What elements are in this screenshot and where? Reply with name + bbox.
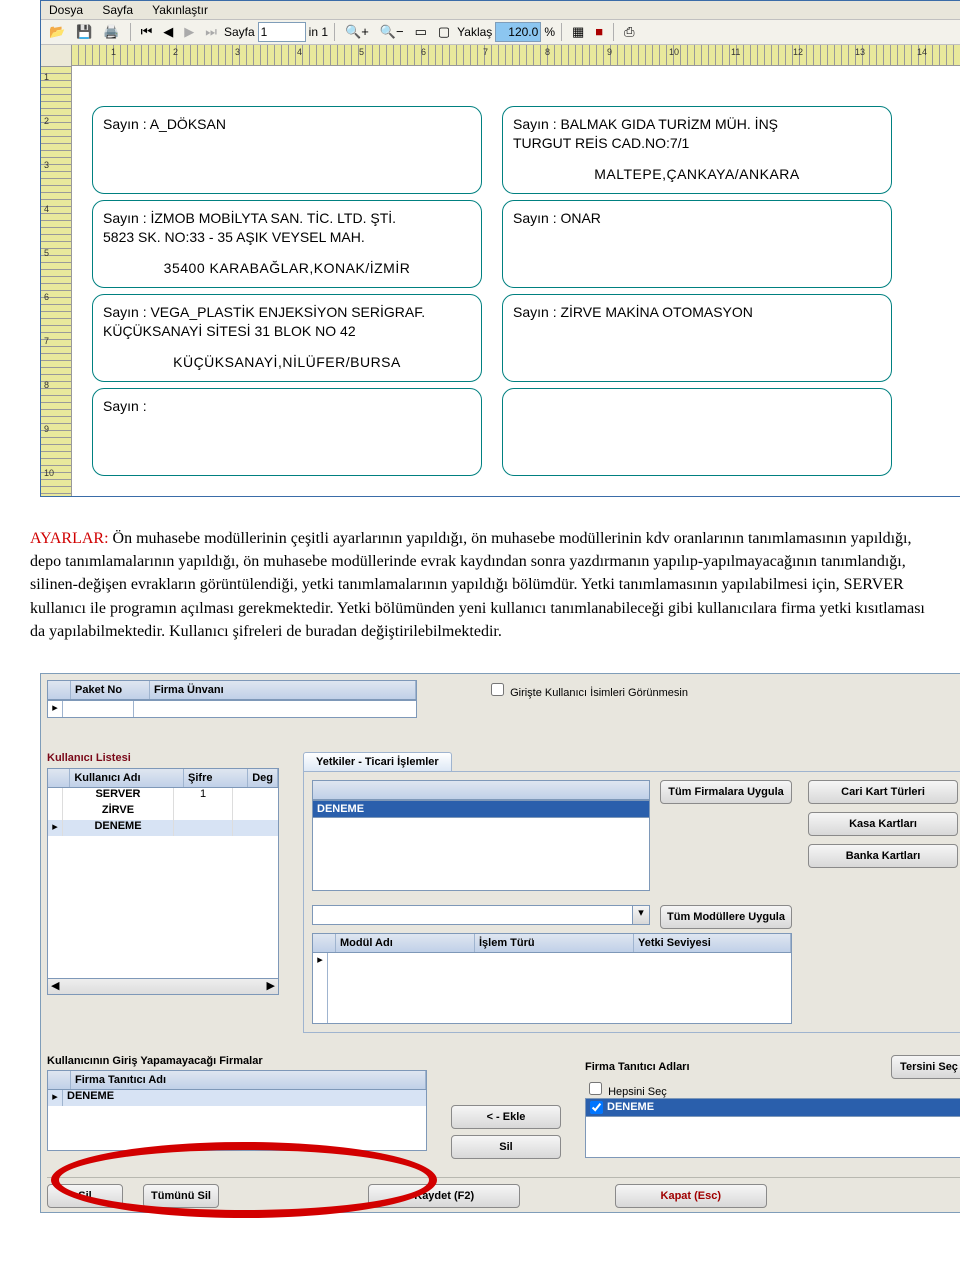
banka-kart-button[interactable]: Banka Kartları [808, 844, 958, 868]
firma-tanitici-body[interactable] [585, 1117, 960, 1158]
next-page-icon[interactable]: ▶ [180, 22, 198, 42]
top-grid-body[interactable]: ▸ [47, 700, 417, 718]
address-label [502, 388, 892, 476]
address-label: Sayın : [92, 388, 482, 476]
first-page-icon[interactable]: ⏮ [137, 22, 157, 42]
address-label: Sayın : ZİRVE MAKİNA OTOMASYON [502, 294, 892, 382]
page-canvas: Sayın : A_DÖKSANSayın : BALMAK GIDA TURİ… [72, 66, 960, 496]
tum-firmalara-button[interactable]: Tüm Firmalara Uygula [660, 780, 792, 804]
open-icon[interactable]: 📂 [45, 22, 69, 42]
toolbar: 📂 💾 🖨️ ⏮ ◀ ▶ ⏭ Sayfa in 1 🔍+ 🔍− ▭ ▢ Yakl… [41, 20, 960, 45]
zoom-input[interactable] [495, 22, 541, 42]
grid-icon[interactable]: ▦ [568, 22, 588, 42]
kasa-kart-button[interactable]: Kasa Kartları [808, 812, 958, 836]
restrict-grid-header: Firma Tanıtıcı Adı [47, 1070, 427, 1090]
hide-usernames-checkbox[interactable]: Girişte Kullanıcı İsimleri Görünmesin [487, 680, 688, 699]
kl-col-ad: Kullanıcı Adı [70, 769, 184, 787]
firma-tanitici-row[interactable]: DENEME [585, 1098, 960, 1117]
address-label: Sayın : BALMAK GIDA TURİZM MÜH. İNŞTURGU… [502, 106, 892, 194]
permissions-window: Paket No Firma Ünvanı ▸ Girişte Kullanıc… [40, 673, 960, 1213]
page-in-label: in 1 [309, 25, 328, 39]
address-label: Sayın : İZMOB MOBİLYTA SAN. TİC. LTD. ŞT… [92, 200, 482, 288]
address-label: Sayın : A_DÖKSAN [92, 106, 482, 194]
prev-page-icon[interactable]: ◀ [159, 22, 177, 42]
export-icon[interactable]: ⎙ [620, 22, 638, 42]
zoom-out-icon[interactable]: 🔍− [376, 22, 408, 42]
hide-usernames-input[interactable] [491, 683, 504, 696]
tersini-sec-button[interactable]: Tersini Seç [891, 1055, 960, 1079]
print-preview-window: Dosya Sayfa Yakınlaştır 📂 💾 🖨️ ⏮ ◀ ▶ ⏭ S… [40, 0, 960, 497]
hepsini-sec-input[interactable] [589, 1082, 602, 1095]
firma-grid-header [312, 780, 650, 800]
hepsini-sec-checkbox[interactable]: Hepsini Seç [585, 1086, 667, 1098]
kl-col-sifre: Şifre [184, 769, 248, 787]
fit-page-icon[interactable]: ▢ [434, 22, 454, 42]
col-firma-unvani: Firma Ünvanı [150, 681, 416, 699]
ekle-button[interactable]: < - Ekle [451, 1105, 561, 1129]
print-icon[interactable]: 🖨️ [99, 22, 123, 42]
sil-small-button[interactable]: Sil [451, 1135, 561, 1159]
top-grid-header: Paket No Firma Ünvanı [47, 680, 417, 700]
firma-tanitici-check[interactable] [590, 1101, 603, 1114]
address-label: Sayın : ONAR [502, 200, 892, 288]
kullanici-row[interactable]: ZİRVE [48, 804, 278, 820]
kaydet-button[interactable]: Kaydet (F2) [368, 1184, 520, 1208]
horizontal-ruler: 1234567891011121314 [71, 45, 960, 66]
menubar: Dosya Sayfa Yakınlaştır [41, 1, 960, 20]
color-icon[interactable]: ■ [591, 22, 607, 42]
last-page-icon[interactable]: ⏭ [201, 22, 221, 42]
narrative-body: Ön muhasebe modüllerinin çeşitli ayarlar… [30, 530, 925, 640]
menu-yakinlastir[interactable]: Yakınlaştır [152, 3, 208, 17]
menu-sayfa[interactable]: Sayfa [102, 3, 133, 17]
kapat-button[interactable]: Kapat (Esc) [615, 1184, 767, 1208]
mod-col-seviye: Yetki Seviyesi [634, 934, 791, 952]
narrative-title: AYARLAR: [30, 530, 109, 547]
firma-tanitici-title: Firma Tanıtıcı Adları [585, 1061, 690, 1073]
menu-dosya[interactable]: Dosya [49, 3, 83, 17]
chevron-down-icon[interactable]: ▾ [633, 905, 650, 925]
zoom-label: Yaklaş [457, 25, 492, 39]
firma-grid-body[interactable] [312, 818, 650, 891]
kl-col-deg: Deg [248, 769, 278, 787]
kullanici-row[interactable]: SERVER1 [48, 788, 278, 804]
page-number-input[interactable] [258, 22, 306, 42]
firma-row-selected[interactable]: DENEME [312, 800, 650, 818]
col-paket-no: Paket No [71, 681, 150, 699]
kullanici-listesi-title: Kullanıcı Listesi [47, 752, 279, 764]
tab-ticari-islemler[interactable]: Yetkiler - Ticari İşlemler [303, 752, 452, 771]
tabbar: Yetkiler - Ticari İşlemler [303, 752, 960, 772]
restrict-col: Firma Tanıtıcı Adı [71, 1071, 426, 1089]
vertical-ruler: 12345678910 [41, 66, 72, 496]
kullanici-row[interactable]: ▸DENEME [48, 820, 278, 836]
restrict-grid-body[interactable]: ▸ DENEME [47, 1090, 427, 1151]
page-label: Sayfa [224, 25, 255, 39]
save-icon[interactable]: 💾 [72, 22, 96, 42]
zoom-percent: % [544, 25, 555, 39]
fit-width-icon[interactable]: ▭ [411, 22, 431, 42]
restrict-title: Kullanıcının Giriş Yapamayacağı Firmalar [47, 1055, 427, 1067]
zoom-in-icon[interactable]: 🔍+ [341, 22, 373, 42]
module-combo[interactable] [312, 905, 633, 925]
mod-col-islem: İşlem Türü [475, 934, 634, 952]
tumunu-sil-button[interactable]: Tümünü Sil [143, 1184, 219, 1208]
cari-kart-button[interactable]: Cari Kart Türleri [808, 780, 958, 804]
address-label: Sayın : VEGA_PLASTİK ENJEKSİYON SERİGRAF… [92, 294, 482, 382]
restrict-row: DENEME [63, 1090, 118, 1106]
mod-col-modul: Modül Adı [336, 934, 475, 952]
modul-grid-header: Modül Adı İşlem Türü Yetki Seviyesi [312, 933, 792, 953]
kullanici-grid-header: Kullanıcı Adı Şifre Deg [47, 768, 279, 788]
modul-grid-body[interactable]: ▸ [312, 953, 792, 1024]
sil-button[interactable]: Sil [47, 1184, 123, 1208]
tum-modullere-button[interactable]: Tüm Modüllere Uygula [660, 905, 792, 929]
narrative-paragraph: AYARLAR: Ön muhasebe modüllerinin çeşitl… [30, 527, 930, 643]
